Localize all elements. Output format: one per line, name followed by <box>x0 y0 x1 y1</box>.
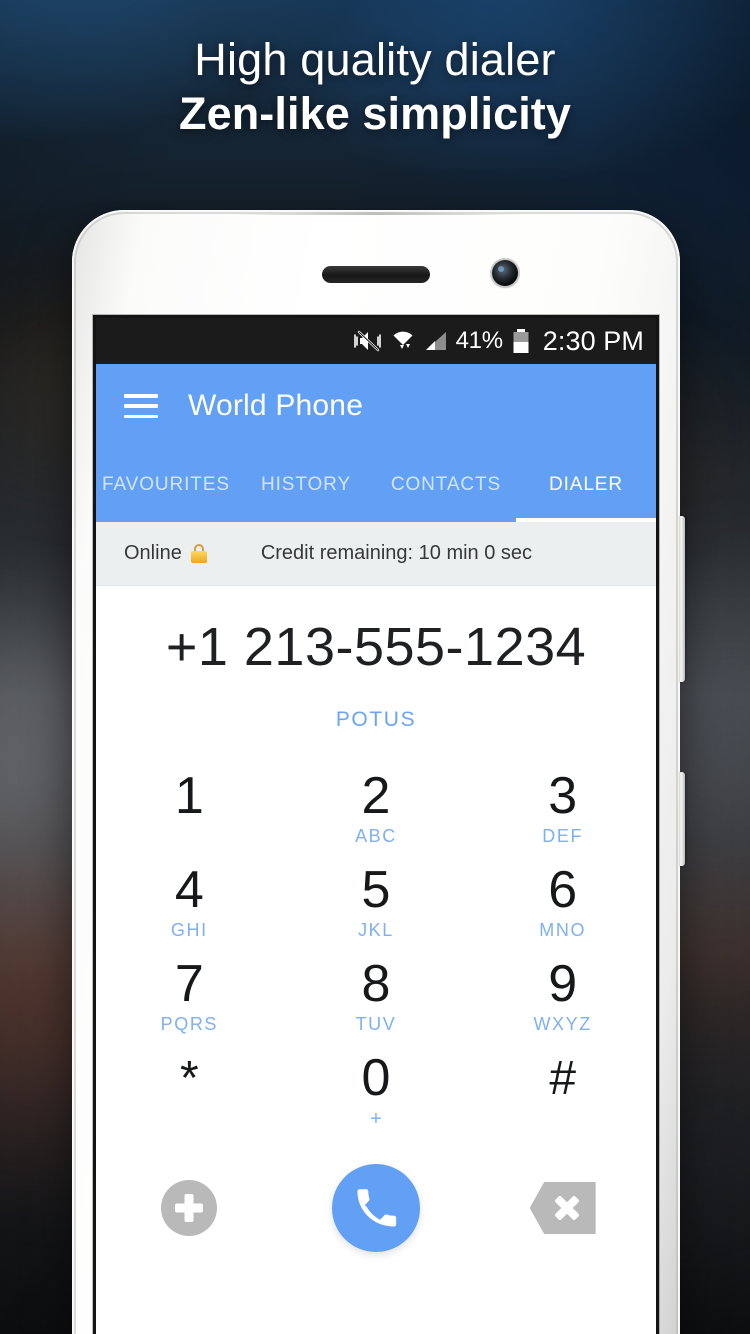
phone-screen: 41% 2:30 PM World Phone FAVOURITES HISTO… <box>96 318 656 1334</box>
dialpad-key-5[interactable]: 5 JKL <box>283 856 470 950</box>
app-bar: World Phone FAVOURITES HISTORY CONTACTS … <box>96 364 656 522</box>
tab-history[interactable]: HISTORY <box>236 448 376 522</box>
dialpad-key-star[interactable]: * <box>96 1044 283 1138</box>
dialpad-key-hash[interactable]: # <box>469 1044 656 1138</box>
wifi-icon <box>390 329 416 353</box>
dialpad-key-4[interactable]: 4 GHI <box>96 856 283 950</box>
battery-percent-label: 41% <box>455 327 503 354</box>
tab-favourites[interactable]: FAVOURITES <box>96 448 236 522</box>
power-button[interactable] <box>679 772 685 866</box>
promo-line-2: Zen-like simplicity <box>178 87 572 139</box>
dialpad-key-2[interactable]: 2 ABC <box>283 762 470 856</box>
online-status-label: Online <box>124 542 182 564</box>
tab-dialer[interactable]: DIALER <box>516 448 656 522</box>
promo-headline: High quality dialer Zen-like simplicity <box>0 34 750 142</box>
key-digit: 0 <box>361 1048 391 1107</box>
dialpad-key-7[interactable]: 7 PQRS <box>96 950 283 1044</box>
phone-handset-icon <box>357 1189 397 1227</box>
tab-bar: FAVOURITES HISTORY CONTACTS DIALER <box>96 448 656 522</box>
tab-contacts[interactable]: CONTACTS <box>376 448 516 522</box>
account-status-bar: Online Credit remaining: 10 min 0 sec <box>96 522 656 586</box>
android-status-bar: 41% 2:30 PM <box>96 318 656 364</box>
key-digit: 5 <box>361 860 391 919</box>
call-button[interactable] <box>331 1164 420 1252</box>
add-contact-button[interactable] <box>161 1180 218 1236</box>
credit-remaining-label: Credit remaining: 10 min 0 sec <box>260 542 533 564</box>
number-display-area: +1 213-555-1234 POTUS <box>96 586 656 732</box>
key-letters: PQRS <box>160 1014 219 1035</box>
key-digit: 8 <box>361 954 391 1013</box>
dialpad-key-3[interactable]: 3 DEF <box>469 762 656 856</box>
app-bar-top-row: World Phone <box>96 364 656 448</box>
dialpad-key-9[interactable]: 9 WXYZ <box>469 950 656 1044</box>
cellular-signal-icon <box>424 329 448 353</box>
dialed-number[interactable]: +1 213-555-1234 <box>96 620 656 674</box>
key-letters: GHI <box>170 920 208 941</box>
backspace-delete-button[interactable] <box>529 1182 596 1234</box>
dialpad-key-6[interactable]: 6 MNO <box>469 856 656 950</box>
dialpad: 1 2 ABC 3 DEF 4 GHI 5 JKL 6 MNO 7 PQRS 8… <box>96 762 656 1138</box>
key-digit: 4 <box>174 860 204 919</box>
hamburger-menu-icon[interactable] <box>124 394 158 418</box>
dialer-action-row <box>96 1148 656 1268</box>
key-digit: 6 <box>548 860 578 919</box>
phone-top-seam <box>232 212 522 215</box>
key-letters: JKL <box>358 920 394 941</box>
key-letters: TUV <box>355 1014 397 1035</box>
key-digit: 2 <box>361 766 391 825</box>
app-title: World Phone <box>188 389 364 422</box>
earpiece-speaker <box>322 266 430 283</box>
dialpad-key-0[interactable]: 0 + <box>283 1044 470 1138</box>
key-letters: DEF <box>542 826 584 847</box>
online-status: Online <box>96 542 207 565</box>
status-bar-clock: 2:30 PM <box>542 325 644 356</box>
key-digit: 7 <box>174 954 204 1013</box>
phone-device-mockup: 41% 2:30 PM World Phone FAVOURITES HISTO… <box>72 210 685 1334</box>
matched-contact-name: POTUS <box>335 708 417 731</box>
key-letters: ABC <box>355 826 397 847</box>
key-letters: MNO <box>539 920 587 941</box>
key-digit: 1 <box>174 766 204 825</box>
vibrate-mute-icon <box>353 329 382 353</box>
promo-line-1: High quality dialer <box>194 34 556 85</box>
key-digit: 9 <box>548 954 578 1013</box>
dialpad-key-1[interactable]: 1 <box>96 762 283 856</box>
battery-icon <box>511 328 531 354</box>
front-camera-icon <box>492 260 518 286</box>
key-letters: + <box>370 1108 382 1131</box>
key-digit: # <box>549 1051 577 1105</box>
key-letters: WXYZ <box>533 1014 592 1035</box>
volume-button[interactable] <box>679 516 685 682</box>
dialpad-key-8[interactable]: 8 TUV <box>283 950 470 1044</box>
key-digit: * <box>179 1051 199 1105</box>
key-digit: 3 <box>548 766 578 825</box>
lock-icon <box>190 544 207 563</box>
